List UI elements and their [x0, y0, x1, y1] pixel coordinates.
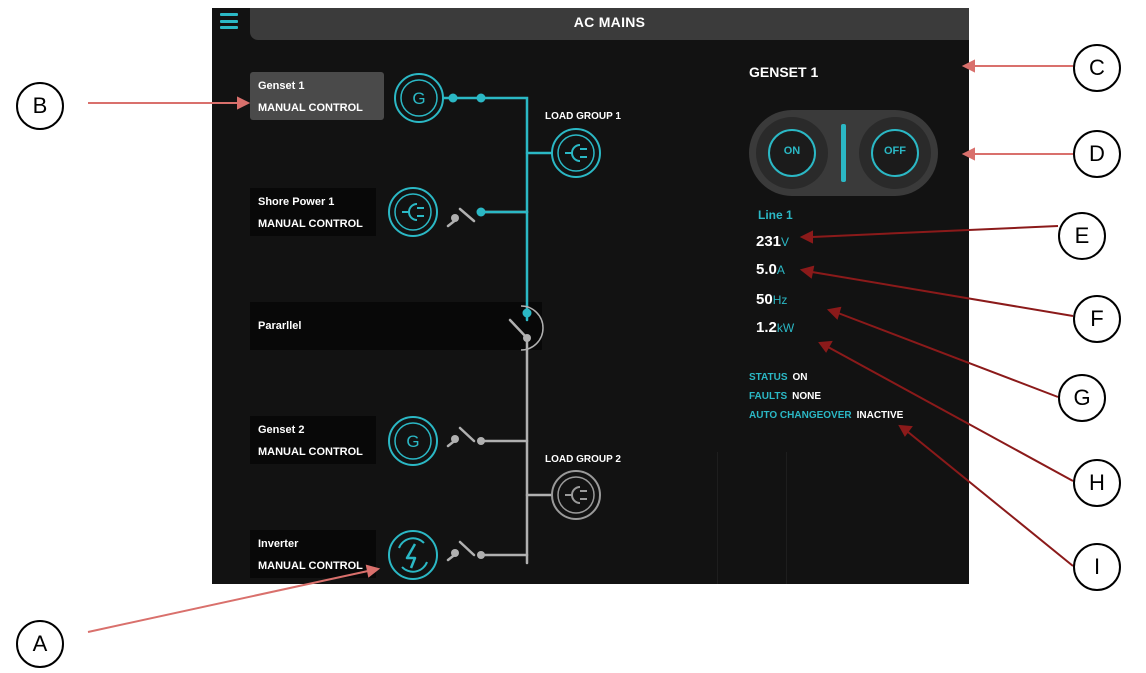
on-button[interactable]: ON	[756, 117, 828, 189]
callout-i: I	[1073, 543, 1121, 591]
switch-contact	[476, 207, 486, 217]
load-group-2-icon[interactable]	[551, 470, 601, 520]
power-diagram: G G	[388, 73, 601, 580]
svg-text:G: G	[412, 89, 425, 108]
current-reading: 5.0A	[756, 261, 785, 278]
switch-contact	[451, 214, 459, 222]
switch-contact	[451, 435, 459, 443]
on-off-toggle: ON OFF	[749, 110, 938, 196]
panel-title: GENSET 1	[749, 64, 819, 80]
switch-contact	[451, 549, 459, 557]
callout-g: G	[1058, 374, 1106, 422]
switch-contact	[477, 437, 485, 445]
inverter-icon[interactable]	[388, 530, 438, 580]
generator-icon[interactable]: G	[394, 73, 444, 123]
on-label: ON	[783, 145, 801, 157]
load-group-2-label: LOAD GROUP 2	[545, 454, 621, 465]
auto-changeover-row: AUTO CHANGEOVER INACTIVE	[749, 410, 904, 421]
app-screen: AC MAINS Genset 1 MANUAL CONTROL Shore P…	[212, 8, 969, 584]
off-button[interactable]: OFF	[859, 117, 931, 189]
inverter-switch	[446, 540, 529, 562]
switch-contact	[477, 551, 485, 559]
callout-c: C	[1073, 44, 1121, 92]
generator-icon[interactable]: G	[388, 416, 438, 466]
off-label: OFF	[884, 145, 906, 157]
load-group-1-label: LOAD GROUP 1	[545, 111, 621, 122]
frequency-reading: 50Hz	[756, 291, 788, 308]
callout-h: H	[1073, 459, 1121, 507]
callout-b: B	[16, 82, 64, 130]
callout-e: E	[1058, 212, 1106, 260]
toggle-divider	[841, 124, 846, 182]
load-group-1-icon[interactable]	[551, 128, 601, 178]
voltage-reading: 231V	[756, 233, 790, 250]
genset1-bus-line	[440, 96, 529, 315]
power-reading: 1.2kW	[756, 319, 795, 336]
callout-d: D	[1073, 130, 1121, 178]
junction-dot	[448, 93, 458, 103]
switch-contact	[523, 334, 531, 342]
shore-plug-icon[interactable]	[388, 187, 438, 237]
callout-f: F	[1073, 295, 1121, 343]
genset2-switch	[446, 426, 529, 448]
faults-row: FAULTS NONE	[749, 391, 822, 402]
junction-dot	[476, 93, 486, 103]
switch-contact	[522, 308, 532, 318]
line-title: Line 1	[758, 208, 793, 222]
svg-text:G: G	[406, 432, 419, 451]
callout-a: A	[16, 620, 64, 668]
status-row: STATUS ON	[749, 372, 808, 383]
